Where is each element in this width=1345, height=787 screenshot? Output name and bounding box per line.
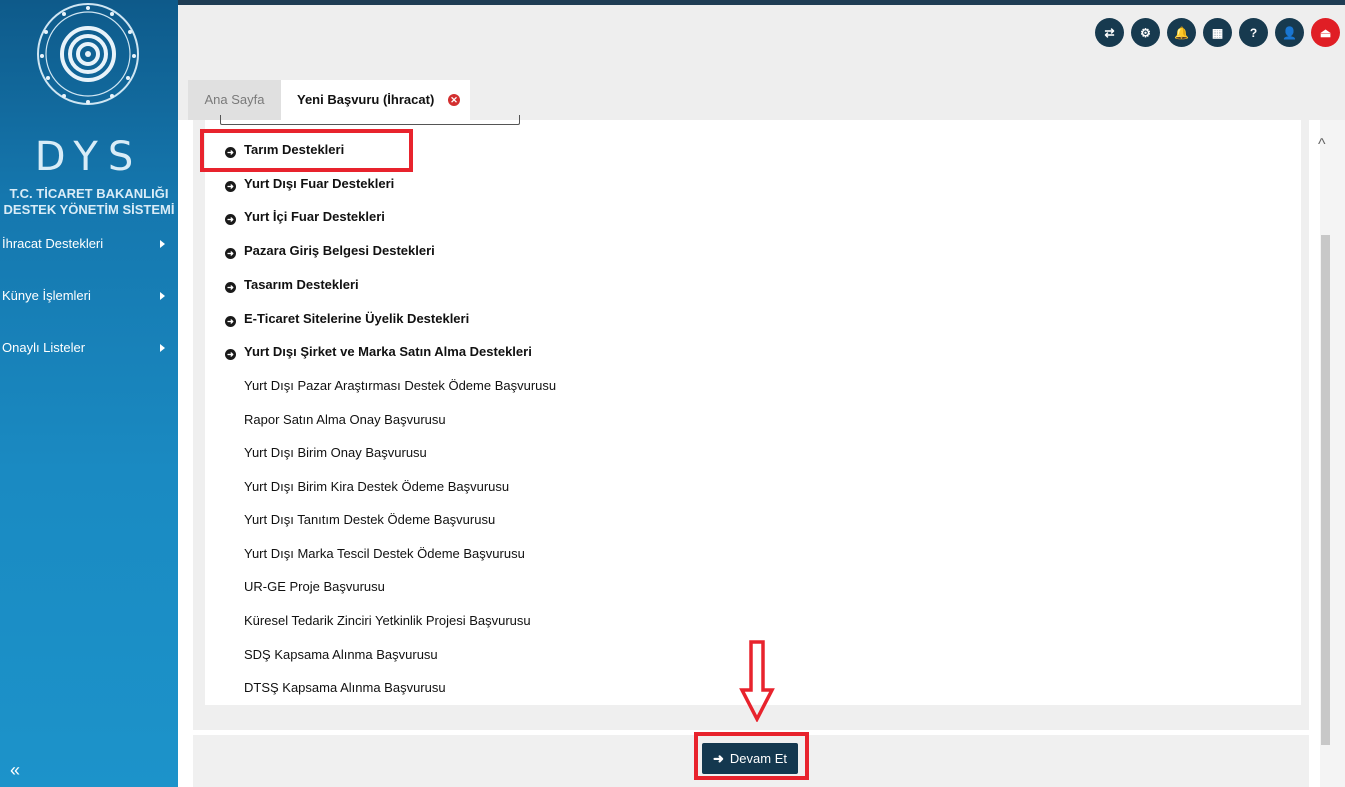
category-label: Pazara Giriş Belgesi Destekleri (244, 243, 435, 258)
circle-arrow-right-icon: ➜ (225, 349, 236, 360)
list-item[interactable]: Küresel Tedarik Zinciri Yetkinlik Projes… (244, 611, 531, 631)
category-label: E-Ticaret Sitelerine Üyelik Destekleri (244, 311, 470, 326)
tab-yeni-basvuru[interactable]: Yeni Başvuru (İhracat) ✕ (281, 80, 470, 120)
org-name-line1: T.C. TİCARET BAKANLIĞI (9, 186, 169, 201)
list-item[interactable]: Rapor Satın Alma Onay Başvurusu (244, 410, 446, 430)
category-e-ticaret[interactable]: ➜ E-Ticaret Sitelerine Üyelik Destekleri (225, 309, 469, 329)
collapse-sidebar-icon[interactable]: « (10, 760, 20, 781)
caret-right-icon (160, 292, 165, 300)
category-yurt-ici-fuar[interactable]: ➜ Yurt İçi Fuar Destekleri (225, 207, 385, 227)
circle-arrow-right-icon: ➜ (225, 214, 236, 225)
sidebar-item-label: İhracat Destekleri (2, 236, 104, 251)
category-pazara-giris[interactable]: ➜ Pazara Giriş Belgesi Destekleri (225, 241, 435, 261)
gear-icon[interactable]: ⚙ (1131, 18, 1160, 47)
list-item[interactable]: DTSŞ Kapsama Alınma Başvurusu (244, 678, 446, 698)
app-root: DYS T.C. TİCARET BAKANLIĞI DESTEK YÖNETİ… (0, 0, 1345, 787)
bell-icon[interactable]: 🔔 (1167, 18, 1196, 47)
scrollbar-thumb[interactable] (1321, 235, 1330, 745)
list-item[interactable]: SDŞ Kapsama Alınma Başvurusu (244, 645, 438, 665)
category-label: Yurt Dışı Şirket ve Marka Satın Alma Des… (244, 344, 532, 359)
tab-label: Yeni Başvuru (İhracat) (297, 92, 435, 107)
sidebar: DYS T.C. TİCARET BAKANLIĞI DESTEK YÖNETİ… (0, 0, 178, 787)
category-yurt-disi-fuar[interactable]: ➜ Yurt Dışı Fuar Destekleri (225, 174, 394, 194)
brand-name: DYS (34, 134, 144, 180)
sidebar-item-kunye-islemleri[interactable]: Künye İşlemleri (0, 283, 178, 309)
user-icon[interactable]: 👤 (1275, 18, 1304, 47)
list-item[interactable]: Yurt Dışı Pazar Araştırması Destek Ödeme… (244, 376, 556, 396)
tab-ana-sayfa[interactable]: Ana Sayfa (188, 80, 281, 120)
list-item[interactable]: UR-GE Proje Başvurusu (244, 577, 385, 597)
category-tasarim[interactable]: ➜ Tasarım Destekleri (225, 275, 359, 295)
sidebar-item-onayli-listeler[interactable]: Onaylı Listeler (0, 335, 178, 361)
list-item[interactable]: Yurt Dışı Birim Onay Başvurusu (244, 443, 427, 463)
list-item[interactable]: Yurt Dışı Tanıtım Destek Ödeme Başvurusu (244, 510, 495, 530)
sidebar-item-ihracat-destekleri[interactable]: İhracat Destekleri (0, 231, 178, 257)
logout-icon[interactable]: ⏏ (1311, 18, 1340, 47)
news-icon[interactable]: ▦ (1203, 18, 1232, 47)
caret-right-icon (160, 344, 165, 352)
sidebar-item-label: Onaylı Listeler (2, 340, 86, 355)
org-name-line2: DESTEK YÖNETİM SİSTEMİ (3, 202, 175, 217)
circle-arrow-right-icon: ➜ (225, 282, 236, 293)
category-label: Tasarım Destekleri (244, 277, 359, 292)
help-icon[interactable]: ? (1239, 18, 1268, 47)
category-label: Yurt Dışı Fuar Destekleri (244, 176, 395, 191)
sidebar-item-label: Künye İşlemleri (2, 288, 91, 303)
highlight-box-devam (694, 732, 809, 780)
category-sirket-marka-satin-alma[interactable]: ➜ Yurt Dışı Şirket ve Marka Satın Alma De… (225, 342, 532, 362)
circle-arrow-right-icon: ➜ (225, 316, 236, 327)
scroll-up-icon[interactable]: ^ (1318, 136, 1326, 154)
header-top-line (178, 0, 1345, 5)
ministry-logo (37, 3, 139, 105)
close-tab-icon[interactable]: ✕ (448, 94, 460, 106)
switch-icon[interactable]: ⇄ (1095, 18, 1124, 47)
caret-right-icon (160, 240, 165, 248)
highlight-box-tarim (200, 129, 413, 172)
list-item[interactable]: Yurt Dışı Birim Kira Destek Ödeme Başvur… (244, 477, 509, 497)
list-item[interactable]: Yurt Dışı Marka Tescil Destek Ödeme Başv… (244, 544, 525, 564)
category-label: Yurt İçi Fuar Destekleri (244, 209, 385, 224)
arrow-down-annotation-icon (739, 640, 775, 722)
circle-arrow-right-icon: ➜ (225, 181, 236, 192)
circle-arrow-right-icon: ➜ (225, 248, 236, 259)
dropdown-box-edge (220, 115, 520, 125)
